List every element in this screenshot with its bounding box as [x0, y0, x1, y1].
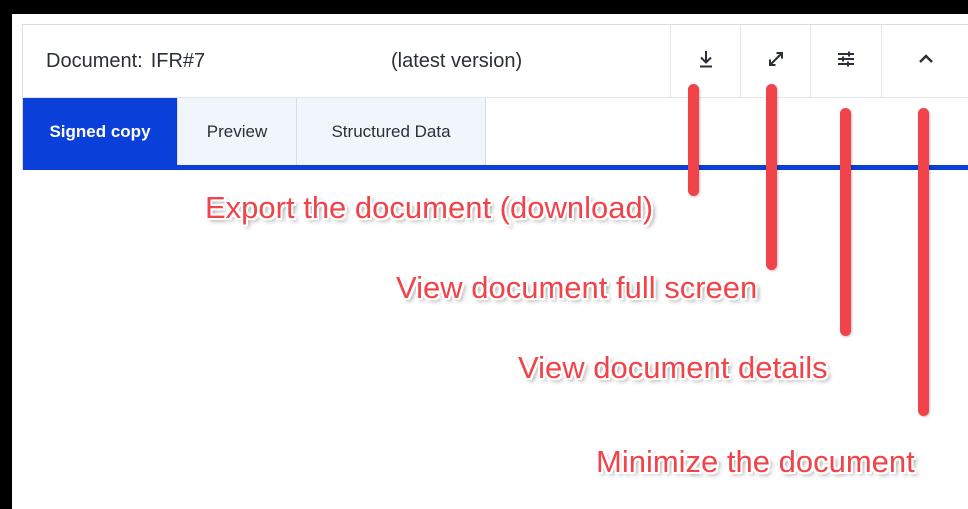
document-header: Document: IFR#7 (latest version) [23, 25, 968, 98]
minimize-button[interactable] [881, 25, 968, 97]
annotation-bar-export [688, 84, 699, 196]
tab-preview[interactable]: Preview [178, 98, 297, 166]
tab-underline [23, 165, 968, 170]
download-icon [695, 48, 717, 75]
document-title: Document: IFR#7 [46, 50, 205, 73]
tab-signed-copy[interactable]: Signed copy [23, 98, 178, 166]
annotation-minimize: Minimize the document [596, 444, 915, 479]
document-id: IFR#7 [150, 50, 206, 72]
document-panel: Document: IFR#7 (latest version) Signed c… [22, 24, 968, 170]
chevron-up-icon [915, 48, 937, 75]
annotation-fullscreen: View document full screen [396, 270, 758, 305]
document-tabs: Signed copy Preview Structured Data [23, 98, 968, 166]
annotation-bar-fullscreen [766, 84, 777, 270]
annotation-export: Export the document (download) [205, 190, 654, 225]
document-version: (latest version) [391, 50, 523, 72]
annotation-details: View document details [518, 350, 828, 385]
sliders-icon [835, 48, 857, 75]
details-button[interactable] [810, 25, 880, 97]
expand-icon [765, 48, 787, 75]
document-label: Document: [46, 50, 143, 72]
annotation-bar-minimize [918, 108, 929, 416]
annotation-bar-details [840, 108, 851, 336]
tab-structured-data[interactable]: Structured Data [297, 98, 486, 166]
download-button[interactable] [670, 25, 740, 97]
